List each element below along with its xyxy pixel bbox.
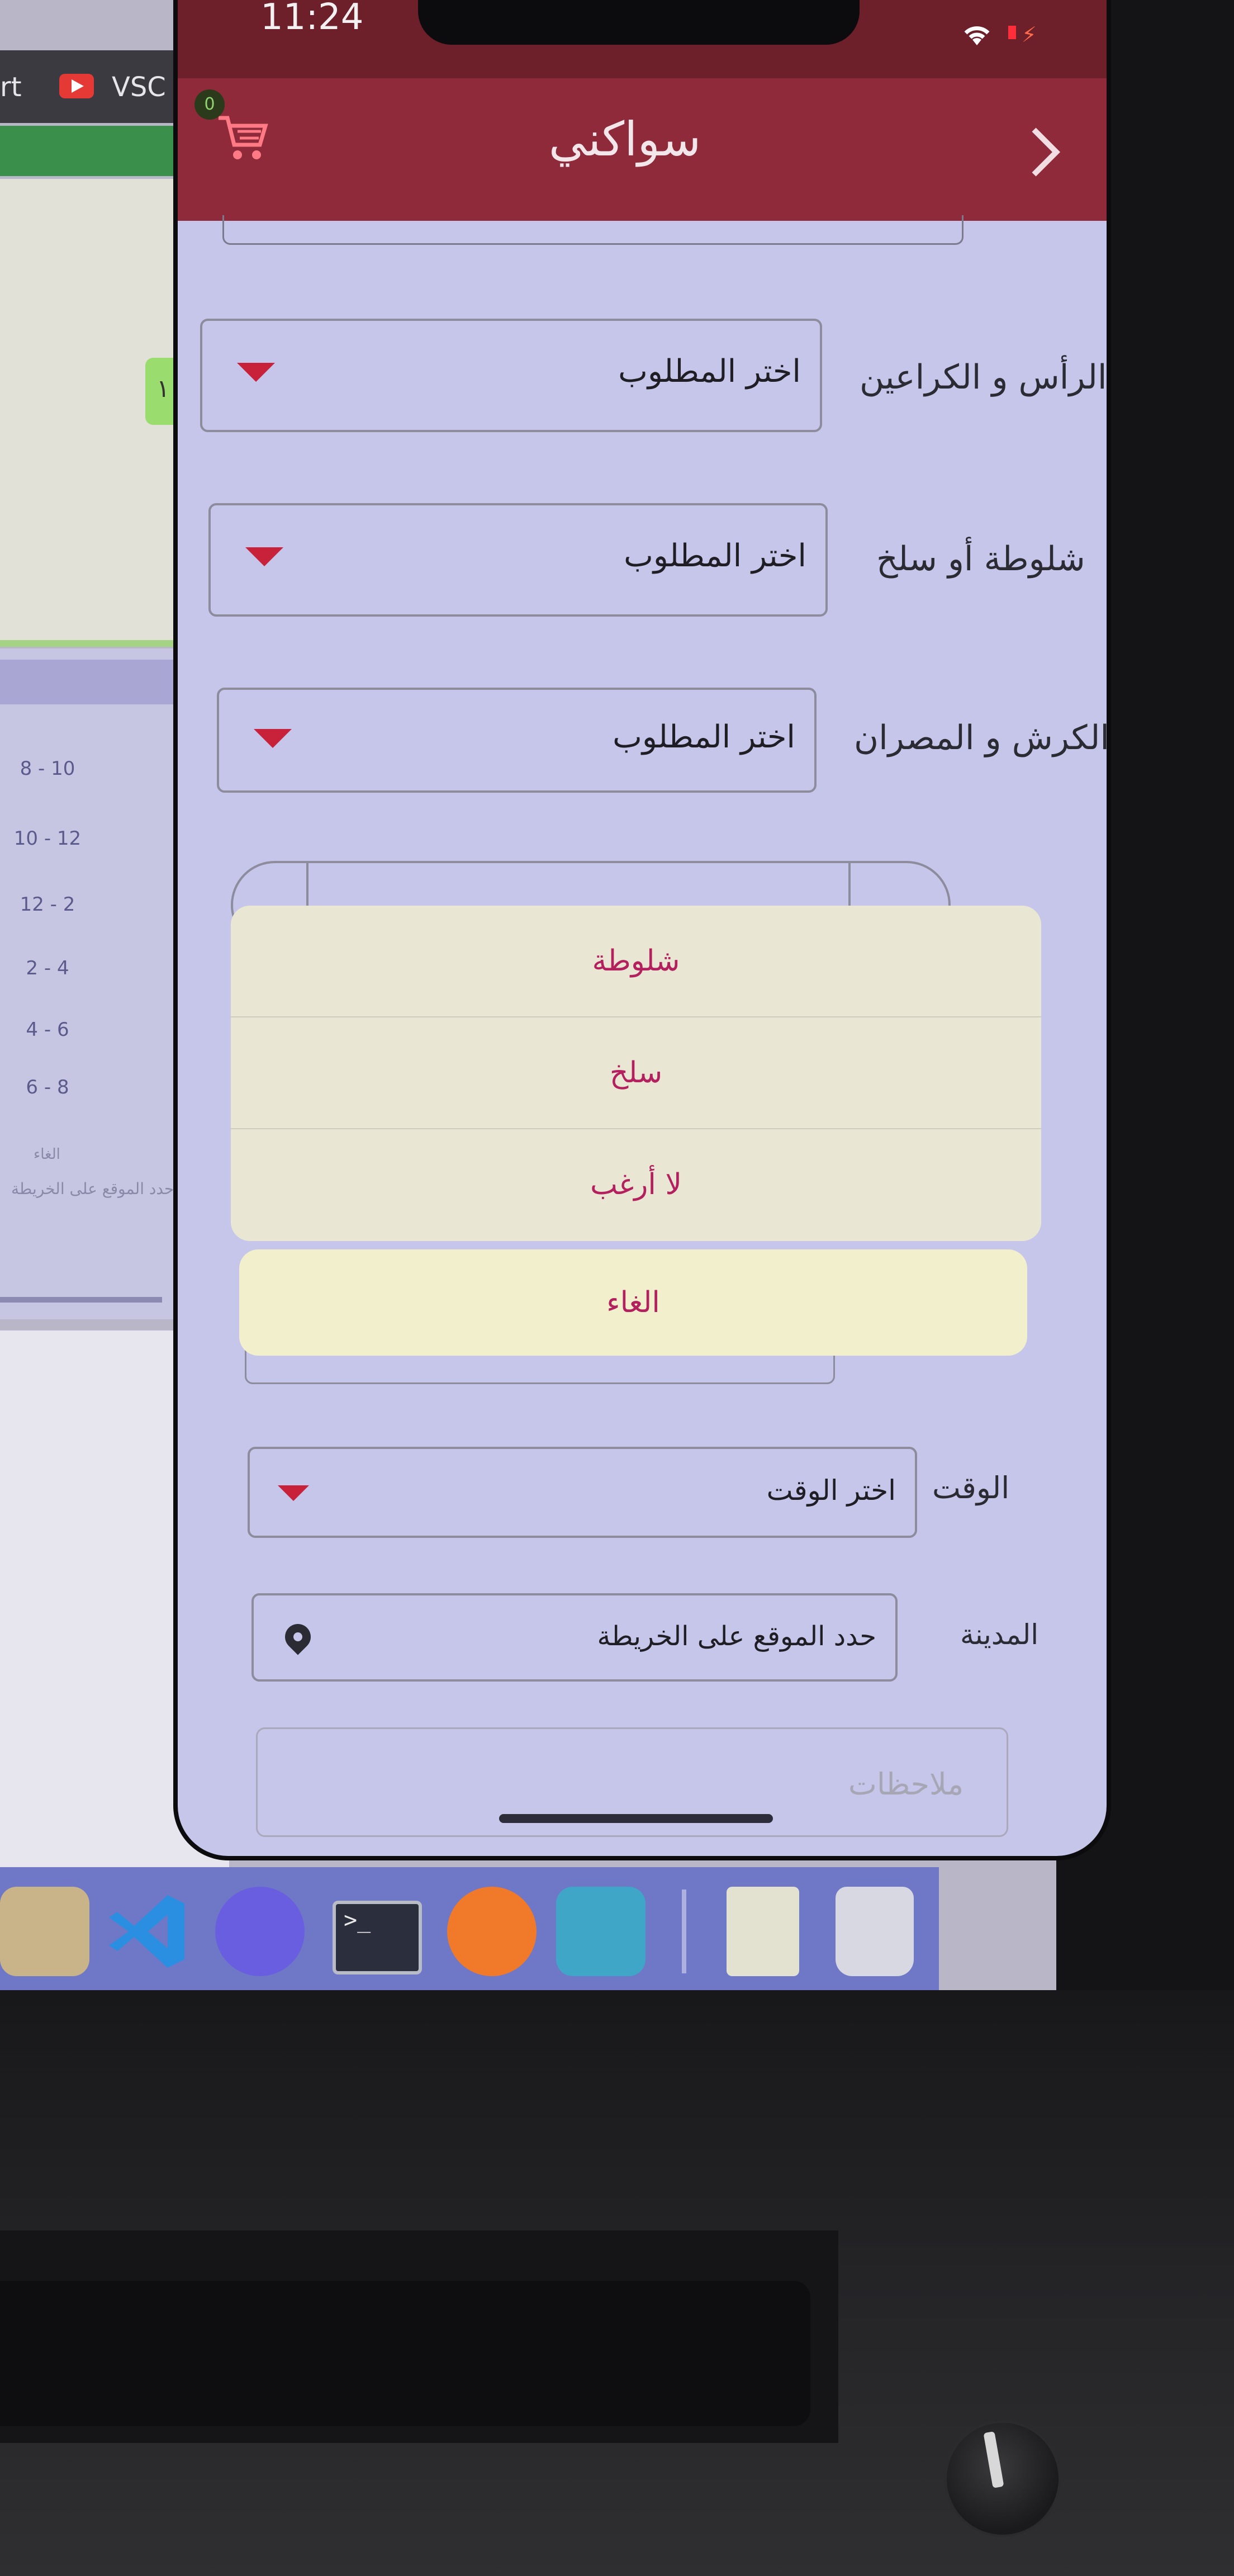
- city-location-field[interactable]: حدد الموقع على الخريطة: [251, 1593, 898, 1682]
- time-slot[interactable]: 10 - 12: [0, 827, 95, 850]
- cart-count-badge: 0: [194, 89, 225, 120]
- caret-down-icon: [237, 363, 275, 382]
- terminal-icon[interactable]: >_: [333, 1901, 422, 1974]
- head-trotters-select[interactable]: اختر المطلوب: [200, 319, 822, 432]
- time-label: الوقت: [932, 1470, 1010, 1505]
- charging-icon: ⚡: [1022, 22, 1037, 47]
- trash-icon[interactable]: [836, 1887, 914, 1976]
- chat-header-bar: [0, 126, 184, 176]
- home-indicator[interactable]: [499, 1814, 773, 1823]
- time-slot-location[interactable]: حدد الموقع على الخريطة: [11, 1180, 174, 1198]
- tripe-label: الكرش و المصران: [854, 718, 1107, 757]
- chat-divider: [0, 640, 184, 647]
- option-shalouta[interactable]: شلوطة: [231, 906, 1041, 1017]
- skin-option-label: شلوطة أو سلخ: [876, 539, 1085, 579]
- select-value: اختر المطلوب: [618, 353, 801, 390]
- option-salkh[interactable]: سلخ: [231, 1017, 1041, 1129]
- messenger-icon[interactable]: [215, 1887, 305, 1976]
- play-icon: [72, 79, 84, 93]
- location-text: حدد الموقع على الخريطة: [597, 1621, 876, 1652]
- dock-divider: [682, 1890, 686, 1973]
- wifi-icon: [960, 17, 994, 56]
- document-icon[interactable]: [727, 1887, 799, 1976]
- chevron-right-icon[interactable]: [1028, 124, 1062, 190]
- caret-down-icon: [245, 547, 283, 566]
- time-slot[interactable]: 4 - 6: [0, 1019, 95, 1041]
- notes-placeholder: ملاحظات: [848, 1767, 964, 1802]
- simulator-icon[interactable]: [556, 1887, 646, 1976]
- app-title: سواكني: [548, 112, 701, 167]
- battery-level: [1008, 26, 1016, 39]
- time-select[interactable]: اختر الوقت: [248, 1447, 917, 1538]
- browser-tab-fragment[interactable]: rt: [0, 72, 22, 103]
- action-sheet: شلوطة سلخ لا أرغب: [231, 906, 1041, 1241]
- browser-tab-vsc[interactable]: VSC: [112, 72, 166, 103]
- select-value: اختر المطلوب: [613, 719, 795, 755]
- time-slot[interactable]: 2 - 4: [0, 957, 95, 979]
- cart-icon[interactable]: [214, 109, 270, 165]
- postman-icon[interactable]: [447, 1887, 537, 1976]
- laptop-hinge-inner: [0, 2281, 810, 2426]
- vscode-icon[interactable]: [103, 1887, 193, 1976]
- time-slot-cancel[interactable]: الغاء: [34, 1146, 60, 1163]
- phone-screen: 11:24 ⚡ 0 سواكني الرأس و الكراعين اختر ا…: [178, 0, 1107, 1856]
- select-value: اختر الوقت: [766, 1474, 896, 1507]
- scrollbar[interactable]: [0, 1297, 162, 1303]
- tripe-select[interactable]: اختر المطلوب: [217, 688, 817, 793]
- skin-option-select[interactable]: اختر المطلوب: [208, 503, 828, 617]
- previous-field: [222, 215, 964, 245]
- preview-app-icon[interactable]: [0, 1887, 89, 1976]
- status-time: 11:24: [260, 0, 364, 38]
- select-value: اختر المطلوب: [624, 538, 806, 574]
- time-slot-header: [0, 660, 179, 704]
- time-slot[interactable]: 8 - 10: [0, 757, 95, 780]
- head-trotters-label: الرأس و الكراعين: [860, 358, 1107, 397]
- cancel-button[interactable]: الغاء: [239, 1249, 1027, 1356]
- map-pin-dot: [293, 1632, 302, 1641]
- city-label: المدينة: [960, 1618, 1039, 1651]
- notch: [418, 0, 860, 45]
- option-no-thanks[interactable]: لا أرغب: [231, 1129, 1041, 1240]
- time-slot[interactable]: 12 - 2: [0, 893, 95, 916]
- caret-down-icon: [254, 729, 292, 748]
- time-slot[interactable]: 6 - 8: [0, 1076, 95, 1098]
- caret-down-icon: [278, 1485, 309, 1501]
